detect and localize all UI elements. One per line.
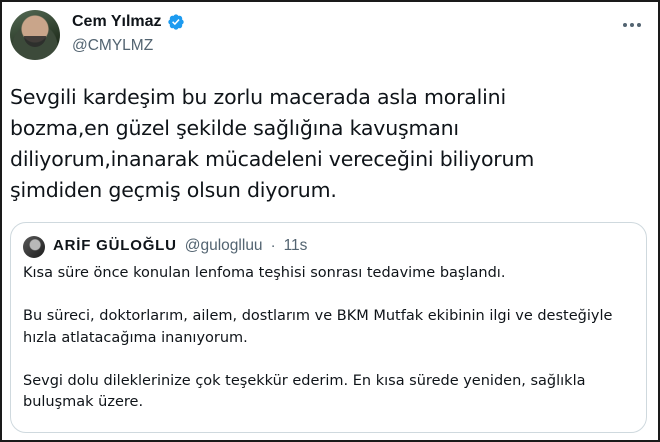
author-name-row[interactable]: Cem Yılmaz [72,13,185,31]
tweet-text: Sevgili kardeşim bu zorlu macerada asla … [10,85,535,202]
quoted-author-avatar [23,236,45,258]
quoted-timestamp: 11s [283,237,308,254]
quoted-tweet[interactable]: ARİF GÜLOĞLU @guloglluu · 11s Kısa süre … [10,222,647,433]
quoted-separator: · [270,237,276,254]
author-display-name[interactable]: Cem Yılmaz [72,13,162,31]
tweet-card: Cem Yılmaz @CMYLMZ Sevgili kardeşim bu z… [0,0,660,442]
more-options-icon[interactable] [622,15,642,35]
quoted-paragraph: Kısa süre önce konulan lenfoma teşhisi s… [23,265,506,281]
author-avatar[interactable] [10,10,60,60]
quoted-author-handle: @guloglluu [184,237,263,254]
quoted-paragraph: Sevgi dolu dileklerinize çok teşekkür ed… [23,372,586,411]
quoted-tweet-body: Kısa süre önce konulan lenfoma teşhisi s… [23,263,638,435]
quoted-paragraph: Bu süreci, doktorlarım, ailem, dostlarım… [23,308,613,346]
quoted-author-name: ARİF GÜLOĞLU [53,237,177,254]
verified-badge-icon [167,14,184,30]
author-handle[interactable]: @CMYLMZ [72,37,153,55]
quoted-tweet-header: ARİF GÜLOĞLU @guloglluu · 11s [53,237,307,255]
